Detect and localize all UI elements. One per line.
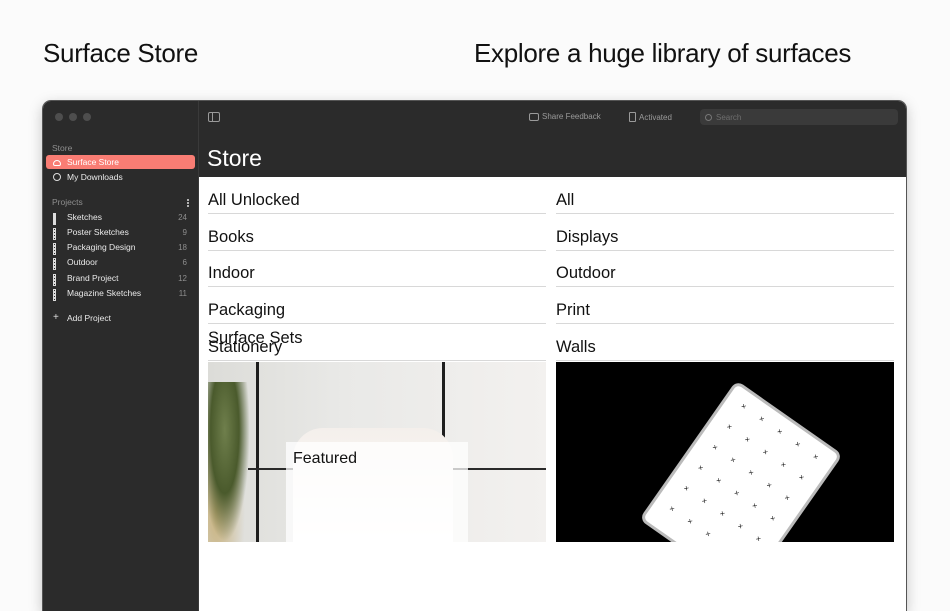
sidebar-project-poster-sketches[interactable]: Poster Sketches 9: [46, 225, 195, 240]
plant-image: [208, 382, 250, 542]
document-icon: [629, 112, 636, 122]
share-feedback-button[interactable]: Share Feedback: [529, 112, 601, 121]
category-packaging[interactable]: Packaging: [208, 287, 546, 324]
sidebar-item-surface-store[interactable]: Surface Store: [46, 155, 195, 169]
grid-icon: [53, 213, 61, 225]
sidebar-item-label: Poster Sketches: [67, 227, 129, 237]
app-window: Store Surface Store My Downloads Project…: [43, 101, 906, 611]
headline-right: Explore a huge library of surfaces: [474, 38, 852, 68]
activated-label: Activated: [639, 112, 672, 122]
sidebar-toggle-icon[interactable]: [208, 112, 220, 122]
speech-bubble-icon: [529, 112, 539, 121]
close-window-button[interactable]: [55, 113, 63, 121]
surface-set-card-featured[interactable]: Featured: [208, 362, 546, 542]
download-icon: [53, 173, 61, 181]
grid-icon: [53, 289, 61, 301]
category-books[interactable]: Books: [208, 214, 546, 251]
sidebar-item-label: Magazine Sketches: [67, 288, 142, 298]
headline-left: Surface Store: [43, 38, 199, 68]
sidebar-section-store: Store: [52, 143, 73, 153]
store-content: All Unlocked Books Indoor Packaging Stat…: [199, 177, 906, 611]
main-area: Share Feedback Activated Store All Unloc…: [199, 101, 906, 611]
sidebar-section-projects: Projects: [52, 197, 83, 207]
category-displays[interactable]: Displays: [556, 214, 894, 251]
surface-set-card-laptop[interactable]: ××××× ××××× ××××× ××××× ××××× ×××××: [556, 362, 894, 542]
project-count: 12: [178, 273, 187, 283]
laptop-image: ××××× ××××× ××××× ××××× ××××× ×××××: [639, 380, 843, 542]
category-print[interactable]: Print: [556, 287, 894, 324]
toolbar: Share Feedback Activated Store: [199, 101, 906, 177]
share-feedback-label: Share Feedback: [542, 112, 601, 121]
window-controls: [55, 113, 91, 121]
activated-button[interactable]: Activated: [629, 112, 672, 122]
sidebar-project-packaging-design[interactable]: Packaging Design 18: [46, 240, 195, 255]
add-project-label: Add Project: [67, 313, 111, 323]
page-title: Store: [207, 145, 262, 171]
project-count: 24: [178, 212, 187, 222]
x-pattern: ××××× ××××× ××××× ××××× ××××× ×××××: [667, 401, 821, 542]
category-all[interactable]: All: [556, 177, 894, 214]
project-count: 9: [182, 227, 187, 237]
grid-icon: [53, 258, 61, 270]
sidebar-project-brand-project[interactable]: Brand Project 12: [46, 271, 195, 286]
featured-label: Featured: [286, 442, 468, 542]
zoom-window-button[interactable]: [83, 113, 91, 121]
sidebar-item-label: Outdoor: [67, 257, 98, 267]
sidebar-item-label: Surface Store: [67, 157, 119, 167]
category-indoor[interactable]: Indoor: [208, 250, 546, 287]
project-count: 18: [178, 242, 187, 252]
category-outdoor[interactable]: Outdoor: [556, 250, 894, 287]
category-walls[interactable]: Walls: [556, 324, 894, 361]
minimize-window-button[interactable]: [69, 113, 77, 121]
sidebar: Store Surface Store My Downloads Project…: [43, 101, 199, 611]
sidebar-item-label: Packaging Design: [67, 242, 136, 252]
sidebar-item-label: My Downloads: [67, 172, 123, 182]
sidebar-item-label: Sketches: [67, 212, 102, 222]
sidebar-project-outdoor[interactable]: Outdoor 6: [46, 255, 195, 270]
search-input[interactable]: [716, 112, 886, 122]
sidebar-item-my-downloads[interactable]: My Downloads: [46, 170, 195, 184]
project-count: 11: [178, 288, 187, 298]
search-icon: [705, 113, 712, 121]
plus-icon: +: [53, 312, 59, 323]
projects-more-icon[interactable]: [187, 199, 189, 207]
cloud-icon: [53, 160, 61, 166]
add-project-button[interactable]: + Add Project: [46, 311, 195, 325]
category-all-unlocked[interactable]: All Unlocked: [208, 177, 546, 214]
grid-icon: [53, 274, 61, 286]
sidebar-item-label: Brand Project: [67, 273, 119, 283]
sidebar-project-magazine-sketches[interactable]: Magazine Sketches 11: [46, 286, 195, 301]
tile-grout: [256, 362, 259, 542]
project-count: 6: [182, 257, 187, 267]
grid-icon: [53, 228, 61, 240]
section-title-surface-sets: Surface Sets: [208, 329, 303, 347]
grid-icon: [53, 243, 61, 255]
sidebar-project-sketches[interactable]: Sketches 24: [46, 210, 195, 225]
search-field[interactable]: [700, 109, 898, 125]
